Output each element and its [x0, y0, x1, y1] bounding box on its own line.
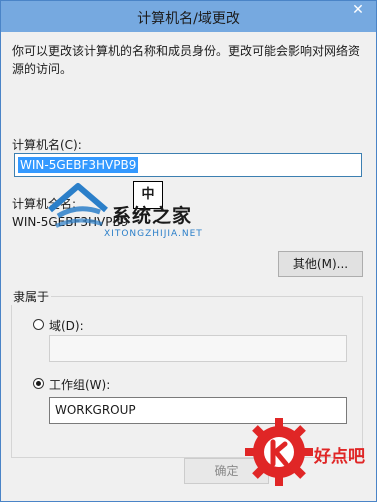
close-icon[interactable]: ✕ — [346, 1, 370, 21]
gear-logo-icon — [245, 418, 313, 486]
house-logo-icon — [48, 183, 108, 228]
workgroup-value: WORKGROUP — [55, 403, 136, 417]
member-of-title: 隶属于 — [11, 288, 52, 305]
domain-input[interactable] — [49, 335, 347, 362]
xitongzhijia-watermark: 系统之家 XITONGZHIJIA.NET — [42, 166, 218, 239]
description-text: 你可以更改该计算机的名称和成员身份。更改可能会影响对网络资源的访问。 — [12, 44, 361, 76]
other-button[interactable]: 其他(M)... — [278, 251, 363, 277]
radio-selected-dot — [36, 381, 41, 386]
window-title: 计算机名/域更改 — [137, 11, 240, 27]
watermark-site2-name: 好点吧 — [314, 447, 365, 467]
watermark-site1-url: XITONGZHIJIA.NET — [104, 229, 203, 239]
title-bar: 计算机名/域更改 ✕ — [1, 1, 376, 32]
haodianba-watermark: 好点吧 — [241, 402, 377, 502]
workgroup-label: 工作组(W): — [49, 378, 111, 392]
workgroup-radio[interactable] — [33, 378, 44, 389]
watermark-site1-name: 系统之家 — [112, 205, 193, 227]
domain-label: 域(D): — [49, 319, 84, 333]
domain-radio[interactable] — [33, 319, 44, 330]
computer-name-label: 计算机名(C): — [12, 138, 82, 152]
